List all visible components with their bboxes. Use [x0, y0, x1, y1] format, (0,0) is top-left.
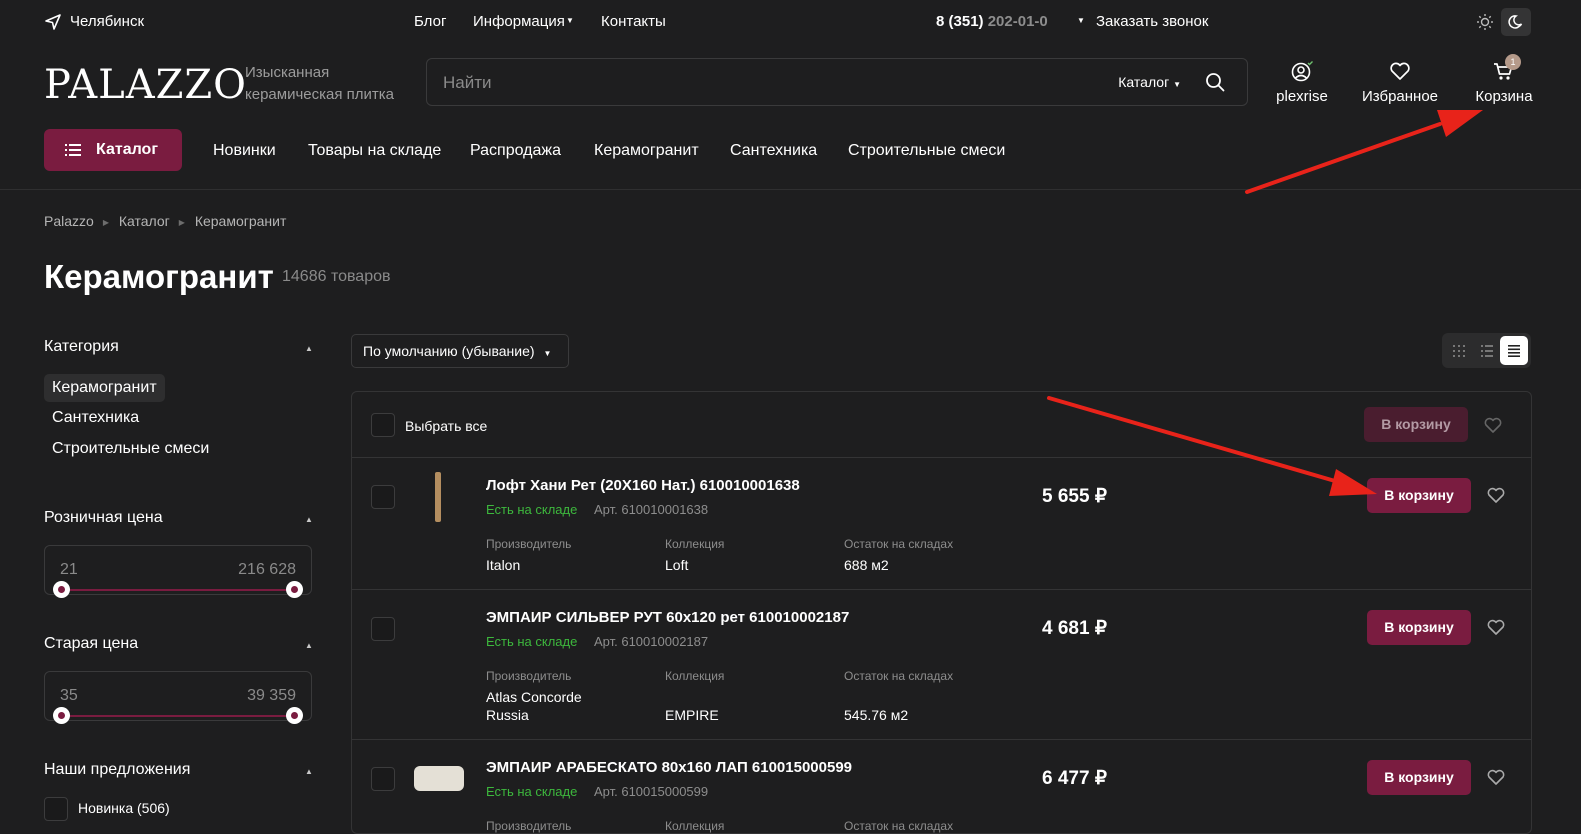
annotation-arrows	[1047, 110, 1483, 496]
arrow-to-add-to-cart-button	[1047, 396, 1377, 496]
arrow-to-cart-icon	[1245, 110, 1483, 194]
